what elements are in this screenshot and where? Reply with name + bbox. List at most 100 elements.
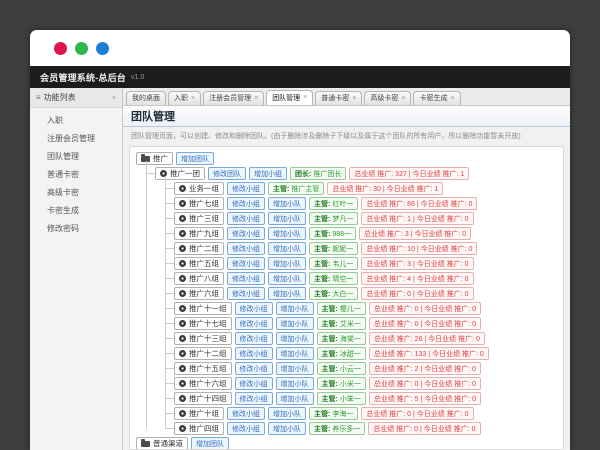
action-button[interactable]: 增加小队 (268, 287, 306, 300)
action-button[interactable]: 修改小组 (227, 227, 265, 240)
sidebar-item[interactable]: 入职 (30, 112, 122, 130)
team-node[interactable]: 推广一团 (155, 167, 205, 180)
tree-children: 业务一组修改小组主管:推广主管总业绩 推广: 30 | 今日业绩 推广: 1推广… (165, 181, 557, 436)
role-name: 推广团长 (313, 169, 341, 179)
team-node[interactable]: 推广十五组 (174, 362, 232, 375)
team-node[interactable]: 推广十四组 (174, 392, 232, 405)
tree-row: 推广三组修改小组增加小队主管:梦凡一总业绩 推广: 1 | 今日业绩 推广: 0 (174, 211, 557, 226)
team-node[interactable]: 推广十三组 (174, 332, 232, 345)
team-node[interactable]: 推广十组 (174, 407, 224, 420)
team-node[interactable]: 推广二组 (174, 242, 224, 255)
role-label: 主管: (273, 184, 289, 194)
action-button[interactable]: 增加小队 (276, 392, 314, 405)
action-button[interactable]: 修改小组 (235, 392, 273, 405)
action-button[interactable]: 修改团队 (208, 167, 246, 180)
tab[interactable]: 注册会员管理× (203, 91, 264, 105)
action-button[interactable]: 修改小组 (235, 362, 273, 375)
action-button[interactable]: 增加小队 (268, 272, 306, 285)
team-node[interactable]: 推广十二组 (174, 347, 232, 360)
sidebar-item[interactable]: 修改密码 (30, 220, 122, 238)
role-name: 韦儿一 (332, 259, 353, 269)
team-node[interactable]: 推广五组 (174, 257, 224, 270)
action-button[interactable]: 增加小队 (268, 407, 306, 420)
action-button[interactable]: 增加小队 (276, 302, 314, 315)
performance-badge: 总业绩 推广: 0 | 今日业绩 推广: 0 (361, 407, 473, 420)
team-node[interactable]: 推广十七组 (174, 317, 232, 330)
close-icon[interactable]: × (401, 95, 405, 102)
team-node[interactable]: 推广三组 (174, 212, 224, 225)
action-button[interactable]: 增加小队 (268, 242, 306, 255)
action-button[interactable]: 修改小组 (227, 212, 265, 225)
node-label: 推广 (153, 153, 168, 164)
sidebar-item[interactable]: 高级卡密 (30, 184, 122, 202)
team-root-node[interactable]: 普通渠道 (136, 437, 188, 450)
chevron-up-icon[interactable]: ∧ (112, 94, 116, 101)
tab[interactable]: 入职× (168, 91, 201, 105)
action-button[interactable]: 增加小队 (276, 317, 314, 330)
sidebar-item[interactable]: 注册会员管理 (30, 130, 122, 148)
action-button[interactable]: 修改小组 (227, 257, 265, 270)
action-button[interactable]: 修改小组 (235, 317, 273, 330)
tab[interactable]: 高级卡密× (364, 91, 411, 105)
maximize-window-button[interactable] (96, 42, 109, 55)
page-header: 团队管理 (123, 106, 570, 127)
action-button[interactable]: 修改小组 (235, 347, 273, 360)
action-button[interactable]: 修改小组 (227, 182, 265, 195)
action-button[interactable]: 修改小组 (235, 377, 273, 390)
action-button[interactable]: 增加小队 (268, 422, 306, 435)
role-label: 主管: (314, 199, 330, 209)
close-icon[interactable]: × (303, 94, 307, 101)
action-button[interactable]: 修改小组 (235, 302, 273, 315)
team-node[interactable]: 推广九组 (174, 227, 224, 240)
team-node[interactable]: 业务一组 (174, 182, 224, 195)
team-node[interactable]: 推广六组 (174, 287, 224, 300)
team-node[interactable]: 推广四组 (174, 422, 224, 435)
performance-badge: 总业绩 推广: 0 | 今日业绩 推广: 0 (361, 287, 473, 300)
tab[interactable]: 团队管理× (266, 90, 313, 105)
node-label: 推广五组 (189, 258, 219, 269)
role-name: 小笨一 (340, 394, 361, 404)
action-button[interactable]: 增加小队 (268, 212, 306, 225)
action-button[interactable]: 增加小队 (276, 332, 314, 345)
close-icon[interactable]: × (450, 95, 454, 102)
action-button[interactable]: 增加小队 (276, 377, 314, 390)
close-icon[interactable]: × (352, 95, 356, 102)
action-button[interactable]: 修改小组 (227, 407, 265, 420)
tab[interactable]: 我的桌面 (126, 91, 166, 105)
action-button[interactable]: 增加团队 (191, 437, 229, 450)
tree-row: 业务一组修改小组主管:推广主管总业绩 推广: 30 | 今日业绩 推广: 1 (174, 181, 557, 196)
gear-icon (179, 350, 186, 357)
gear-icon (179, 320, 186, 327)
tab[interactable]: 卡密生成× (413, 91, 460, 105)
team-node[interactable]: 推广十一组 (174, 302, 232, 315)
action-button[interactable]: 修改小组 (227, 242, 265, 255)
close-window-button[interactable] (54, 42, 67, 55)
minimize-window-button[interactable] (75, 42, 88, 55)
node-label: 推广六组 (189, 288, 219, 299)
gear-icon (179, 230, 186, 237)
action-button[interactable]: 增加小队 (268, 257, 306, 270)
action-button[interactable]: 增加小队 (276, 347, 314, 360)
tab[interactable]: 普通卡密× (315, 91, 362, 105)
action-button[interactable]: 修改小组 (235, 332, 273, 345)
role-label: 主管: (322, 379, 338, 389)
action-button[interactable]: 修改小组 (227, 287, 265, 300)
close-icon[interactable]: × (254, 95, 258, 102)
sidebar-item[interactable]: 普通卡密 (30, 166, 122, 184)
action-button[interactable]: 增加小队 (268, 197, 306, 210)
team-root-node[interactable]: 推广 (136, 152, 173, 165)
team-node[interactable]: 推广八组 (174, 272, 224, 285)
action-button[interactable]: 增加团队 (176, 152, 214, 165)
close-icon[interactable]: × (191, 95, 195, 102)
action-button[interactable]: 修改小组 (227, 422, 265, 435)
team-node[interactable]: 推广十六组 (174, 377, 232, 390)
action-button[interactable]: 修改小组 (227, 197, 265, 210)
sidebar-item[interactable]: 团队管理 (30, 148, 122, 166)
role-name: 晴空一 (332, 274, 353, 284)
action-button[interactable]: 增加小队 (268, 227, 306, 240)
action-button[interactable]: 修改小组 (227, 272, 265, 285)
action-button[interactable]: 增加小组 (249, 167, 287, 180)
team-node[interactable]: 推广七组 (174, 197, 224, 210)
action-button[interactable]: 增加小队 (276, 362, 314, 375)
sidebar-item[interactable]: 卡密生成 (30, 202, 122, 220)
